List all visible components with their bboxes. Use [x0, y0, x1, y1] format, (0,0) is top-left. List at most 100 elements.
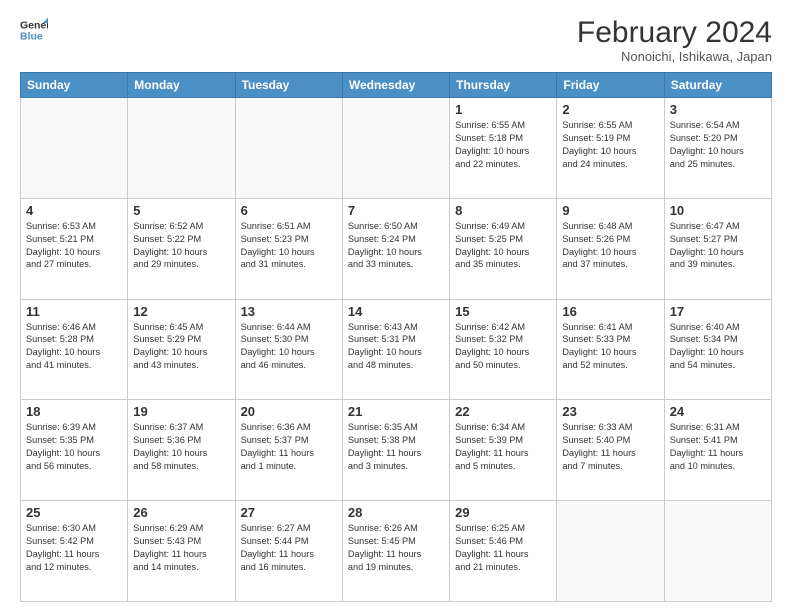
day-number: 29 [455, 505, 551, 520]
day-number: 21 [348, 404, 444, 419]
table-row: 7Sunrise: 6:50 AM Sunset: 5:24 PM Daylig… [342, 198, 449, 299]
table-row: 23 Sunrise: 6:33 AM Sunset: 5:40 PM Dayli… [557, 400, 664, 501]
day-number: 7 [348, 203, 444, 218]
table-row: 22 Sunrise: 6:34 AM Sunset: 5:39 PM Dayli… [450, 400, 557, 501]
day-number: 11 [26, 304, 122, 319]
day-number: 20 [241, 404, 337, 419]
day-info: Sunrise: 6:48 AM Sunset: 5:26 PM Dayligh… [562, 220, 658, 272]
header-friday: Friday [557, 73, 664, 98]
day-number: 27 [241, 505, 337, 520]
table-row: 5 Sunrise: 6:52 AM Sunset: 5:22 PM Daylig… [128, 198, 235, 299]
day-info: Sunrise: 6:55 AM Sunset: 5:19 PM Dayligh… [562, 119, 658, 171]
table-row: 29 Sunrise: 6:25 AM Sunset: 5:46 PM Dayli… [450, 501, 557, 602]
table-row: 6 Sunrise: 6:51 AM Sunset: 5:23 PM Daylig… [235, 198, 342, 299]
day-info: Sunrise: 6:54 AM Sunset: 5:20 PM Dayligh… [670, 119, 766, 171]
day-info: Sunrise: 6:47 AM Sunset: 5:27 PM Dayligh… [670, 220, 766, 272]
table-row: 28 Sunrise: 6:26 AM Sunset: 5:45 PM Dayli… [342, 501, 449, 602]
calendar-week-4: 18Sunrise: 6:39 AM Sunset: 5:35 PM Dayli… [21, 400, 772, 501]
day-info: Sunrise: 6:40 AM Sunset: 5:34 PM Dayligh… [670, 321, 766, 373]
table-row: 10 Sunrise: 6:47 AM Sunset: 5:27 PM Dayli… [664, 198, 771, 299]
header-wednesday: Wednesday [342, 73, 449, 98]
table-row: 18Sunrise: 6:39 AM Sunset: 5:35 PM Dayli… [21, 400, 128, 501]
day-info: Sunrise: 6:35 AM Sunset: 5:38 PM Dayligh… [348, 421, 444, 473]
day-info: Sunrise: 6:27 AM Sunset: 5:44 PM Dayligh… [241, 522, 337, 574]
table-row: 11Sunrise: 6:46 AM Sunset: 5:28 PM Dayli… [21, 299, 128, 400]
svg-text:Blue: Blue [20, 31, 43, 43]
header-tuesday: Tuesday [235, 73, 342, 98]
day-number: 15 [455, 304, 551, 319]
day-number: 17 [670, 304, 766, 319]
day-info: Sunrise: 6:51 AM Sunset: 5:23 PM Dayligh… [241, 220, 337, 272]
day-number: 5 [133, 203, 229, 218]
calendar-week-1: 1Sunrise: 6:55 AM Sunset: 5:18 PM Daylig… [21, 98, 772, 199]
location-label: Nonoichi, Ishikawa, Japan [577, 49, 772, 64]
table-row: 13 Sunrise: 6:44 AM Sunset: 5:30 PM Dayli… [235, 299, 342, 400]
table-row: 12Sunrise: 6:45 AM Sunset: 5:29 PM Dayli… [128, 299, 235, 400]
day-number: 16 [562, 304, 658, 319]
table-row: 19 Sunrise: 6:37 AM Sunset: 5:36 PM Dayli… [128, 400, 235, 501]
table-row: 17 Sunrise: 6:40 AM Sunset: 5:34 PM Dayli… [664, 299, 771, 400]
table-row: 15 Sunrise: 6:42 AM Sunset: 5:32 PM Dayli… [450, 299, 557, 400]
header-sunday: Sunday [21, 73, 128, 98]
logo-icon: General Blue [20, 16, 48, 44]
table-row: 24 Sunrise: 6:31 AM Sunset: 5:41 PM Dayli… [664, 400, 771, 501]
day-info: Sunrise: 6:25 AM Sunset: 5:46 PM Dayligh… [455, 522, 551, 574]
day-info: Sunrise: 6:30 AM Sunset: 5:42 PM Dayligh… [26, 522, 122, 574]
day-info: Sunrise: 6:29 AM Sunset: 5:43 PM Dayligh… [133, 522, 229, 574]
day-number: 1 [455, 102, 551, 117]
table-row: 26 Sunrise: 6:29 AM Sunset: 5:43 PM Dayli… [128, 501, 235, 602]
logo: General Blue [20, 16, 48, 44]
day-info: Sunrise: 6:43 AM Sunset: 5:31 PM Dayligh… [348, 321, 444, 373]
calendar-table: Sunday Monday Tuesday Wednesday Thursday… [20, 72, 772, 602]
table-row: 9 Sunrise: 6:48 AM Sunset: 5:26 PM Daylig… [557, 198, 664, 299]
day-number: 2 [562, 102, 658, 117]
day-info: Sunrise: 6:34 AM Sunset: 5:39 PM Dayligh… [455, 421, 551, 473]
day-number: 22 [455, 404, 551, 419]
day-number: 10 [670, 203, 766, 218]
header-saturday: Saturday [664, 73, 771, 98]
day-number: 28 [348, 505, 444, 520]
day-info: Sunrise: 6:44 AM Sunset: 5:30 PM Dayligh… [241, 321, 337, 373]
calendar-header-row: Sunday Monday Tuesday Wednesday Thursday… [21, 73, 772, 98]
title-section: February 2024 Nonoichi, Ishikawa, Japan [577, 16, 772, 64]
table-row: 27 Sunrise: 6:27 AM Sunset: 5:44 PM Dayli… [235, 501, 342, 602]
day-number: 26 [133, 505, 229, 520]
table-row: 4 Sunrise: 6:53 AM Sunset: 5:21 PM Daylig… [21, 198, 128, 299]
day-info: Sunrise: 6:31 AM Sunset: 5:41 PM Dayligh… [670, 421, 766, 473]
day-info: Sunrise: 6:52 AM Sunset: 5:22 PM Dayligh… [133, 220, 229, 272]
table-row: 16 Sunrise: 6:41 AM Sunset: 5:33 PM Dayli… [557, 299, 664, 400]
table-row [235, 98, 342, 199]
day-number: 8 [455, 203, 551, 218]
header-monday: Monday [128, 73, 235, 98]
calendar-week-5: 25Sunrise: 6:30 AM Sunset: 5:42 PM Dayli… [21, 501, 772, 602]
table-row: 21 Sunrise: 6:35 AM Sunset: 5:38 PM Dayli… [342, 400, 449, 501]
table-row: 1Sunrise: 6:55 AM Sunset: 5:18 PM Daylig… [450, 98, 557, 199]
day-number: 9 [562, 203, 658, 218]
top-section: General Blue February 2024 Nonoichi, Ish… [20, 16, 772, 64]
table-row: 25Sunrise: 6:30 AM Sunset: 5:42 PM Dayli… [21, 501, 128, 602]
day-info: Sunrise: 6:36 AM Sunset: 5:37 PM Dayligh… [241, 421, 337, 473]
header-thursday: Thursday [450, 73, 557, 98]
svg-text:General: General [20, 19, 48, 31]
day-info: Sunrise: 6:26 AM Sunset: 5:45 PM Dayligh… [348, 522, 444, 574]
table-row [21, 98, 128, 199]
day-number: 13 [241, 304, 337, 319]
day-info: Sunrise: 6:45 AM Sunset: 5:29 PM Dayligh… [133, 321, 229, 373]
table-row: 8Sunrise: 6:49 AM Sunset: 5:25 PM Daylig… [450, 198, 557, 299]
table-row: 3 Sunrise: 6:54 AM Sunset: 5:20 PM Daylig… [664, 98, 771, 199]
day-info: Sunrise: 6:41 AM Sunset: 5:33 PM Dayligh… [562, 321, 658, 373]
calendar-week-2: 4 Sunrise: 6:53 AM Sunset: 5:21 PM Daylig… [21, 198, 772, 299]
table-row [342, 98, 449, 199]
day-number: 19 [133, 404, 229, 419]
day-number: 4 [26, 203, 122, 218]
day-number: 6 [241, 203, 337, 218]
day-number: 24 [670, 404, 766, 419]
day-info: Sunrise: 6:33 AM Sunset: 5:40 PM Dayligh… [562, 421, 658, 473]
day-info: Sunrise: 6:53 AM Sunset: 5:21 PM Dayligh… [26, 220, 122, 272]
day-number: 18 [26, 404, 122, 419]
day-info: Sunrise: 6:37 AM Sunset: 5:36 PM Dayligh… [133, 421, 229, 473]
month-year-title: February 2024 [577, 16, 772, 49]
day-info: Sunrise: 6:42 AM Sunset: 5:32 PM Dayligh… [455, 321, 551, 373]
day-number: 3 [670, 102, 766, 117]
day-number: 23 [562, 404, 658, 419]
